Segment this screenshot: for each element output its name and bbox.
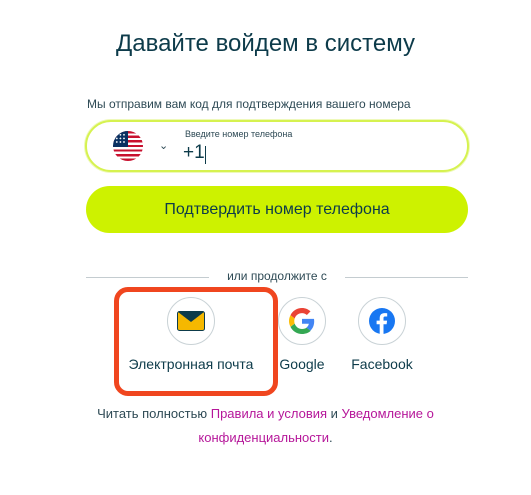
- terms-link[interactable]: Правила и условия: [211, 406, 327, 421]
- google-icon: [289, 308, 315, 334]
- phone-field-label: Введите номер телефона: [185, 129, 293, 139]
- divider-line-left: [86, 277, 209, 278]
- confirm-phone-button[interactable]: Подтвердить номер телефона: [86, 186, 468, 233]
- phone-input-box[interactable]: ⌄ Введите номер телефона: [85, 120, 469, 172]
- privacy-link-part1[interactable]: Уведомление о: [342, 406, 434, 421]
- email-circle[interactable]: [167, 297, 215, 345]
- legal-line-2: конфиденциальности.: [0, 430, 531, 445]
- divider-line-right: [345, 277, 468, 278]
- text-caret: [205, 146, 206, 164]
- email-login-label: Электронная почта: [128, 356, 254, 372]
- facebook-circle[interactable]: [358, 297, 406, 345]
- facebook-login-label: Facebook: [351, 356, 413, 372]
- phone-hint: Мы отправим вам код для подтверждения ва…: [87, 97, 411, 111]
- legal-prefix: Читать полностью: [97, 406, 208, 421]
- us-flag-icon[interactable]: [113, 131, 143, 161]
- chevron-down-icon[interactable]: ⌄: [159, 139, 168, 152]
- phone-input[interactable]: [183, 142, 443, 164]
- privacy-link-part2[interactable]: конфиденциальности: [198, 430, 329, 445]
- envelope-icon: [177, 311, 205, 331]
- email-login-button[interactable]: Электронная почта: [119, 297, 263, 372]
- divider-text: или продолжите с: [209, 269, 345, 283]
- google-circle[interactable]: [278, 297, 326, 345]
- legal-line-1: Читать полностью Правила и условия и Уве…: [0, 406, 531, 421]
- google-login-button[interactable]: Google: [277, 297, 327, 372]
- facebook-login-button[interactable]: Facebook: [347, 297, 417, 372]
- google-login-label: Google: [279, 356, 325, 372]
- page-title: Давайте войдем в систему: [116, 30, 415, 57]
- legal-and: и: [330, 406, 338, 421]
- legal-suffix: .: [329, 430, 333, 445]
- facebook-icon: [369, 308, 395, 334]
